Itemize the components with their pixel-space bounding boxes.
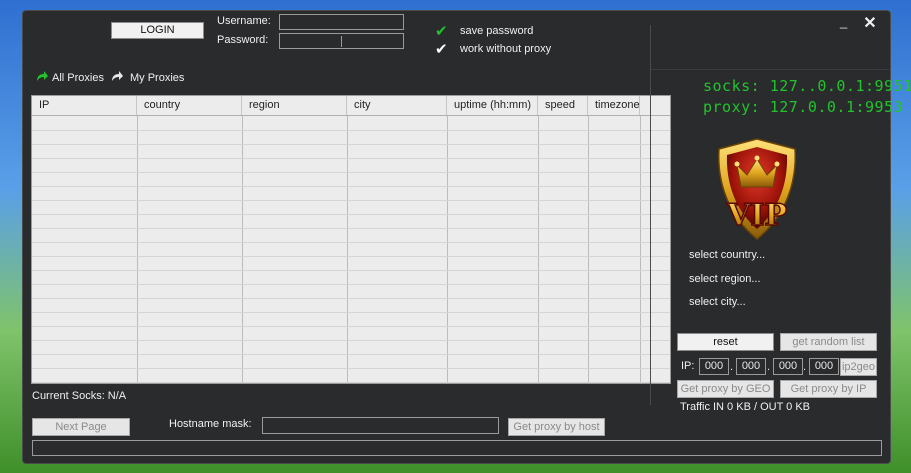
get-proxy-by-ip-button[interactable]: Get proxy by IP	[780, 380, 877, 398]
hostname-mask-label: Hostname mask:	[169, 418, 252, 430]
ip-label: IP:	[681, 360, 695, 372]
column-header-timezone[interactable]: timezone	[588, 96, 640, 115]
column-header-region[interactable]: region	[242, 96, 347, 115]
ip-dot-3: .	[803, 361, 807, 373]
vip-logo-text: VIP	[726, 198, 787, 233]
grid-row-line	[32, 144, 670, 145]
status-bar	[32, 440, 882, 456]
grid-row-line	[32, 382, 670, 383]
close-button[interactable]: ✕	[861, 16, 879, 34]
ip2geo-button[interactable]: ip2geo	[840, 358, 877, 376]
save-password-label[interactable]: save password	[460, 25, 533, 37]
hostname-mask-field[interactable]	[262, 417, 499, 434]
grid-row-line	[32, 186, 670, 187]
grid-row-line	[32, 270, 670, 271]
socks-status: socks: 127..0.0.1:9951	[703, 77, 911, 95]
select-country[interactable]: select country...	[689, 249, 765, 261]
grid-row-line	[32, 200, 670, 201]
grid-row-line	[32, 354, 670, 355]
panel-top-divider	[651, 69, 889, 70]
proxy-table[interactable]: IP country region city uptime (hh:mm) sp…	[31, 95, 671, 384]
grid-row-line	[32, 172, 670, 173]
my-proxies-arrow-icon[interactable]	[109, 70, 123, 84]
login-button[interactable]: LOGIN	[111, 22, 204, 39]
ip-octet-3[interactable]: 000	[773, 358, 803, 375]
work-without-proxy-check-icon[interactable]: ✔	[435, 42, 448, 57]
grid-row-line	[32, 326, 670, 327]
grid-row-line	[32, 284, 670, 285]
save-password-check-icon[interactable]: ✔	[435, 24, 448, 39]
tab-all-proxies[interactable]: All Proxies	[52, 72, 104, 84]
table-body[interactable]	[32, 116, 670, 383]
get-proxy-by-host-button[interactable]: Get proxy by host	[508, 418, 605, 436]
grid-row-line	[32, 256, 670, 257]
grid-row-line	[32, 312, 670, 313]
grid-column-line	[640, 116, 641, 383]
proxy-status: proxy: 127.0.0.1:9953	[703, 98, 904, 116]
grid-column-line	[588, 116, 589, 383]
column-header-uptime[interactable]: uptime (hh:mm)	[447, 96, 538, 115]
grid-column-line	[538, 116, 539, 383]
grid-row-line	[32, 228, 670, 229]
current-socks-label: Current Socks: N/A	[32, 390, 127, 402]
vip-logo: VIP	[707, 135, 807, 245]
tab-my-proxies[interactable]: My Proxies	[130, 72, 184, 84]
column-header-country[interactable]: country	[137, 96, 242, 115]
grid-row-line	[32, 242, 670, 243]
reset-button[interactable]: reset	[677, 333, 774, 351]
traffic-counter: Traffic IN 0 KB / OUT 0 KB	[680, 401, 811, 413]
refresh-arrow-icon[interactable]	[34, 70, 48, 84]
column-header-speed[interactable]: speed	[538, 96, 588, 115]
grid-row-line	[32, 368, 670, 369]
grid-column-line	[242, 116, 243, 383]
grid-row-line	[32, 298, 670, 299]
get-proxy-by-geo-button[interactable]: Get proxy by GEO	[677, 380, 774, 398]
select-region[interactable]: select region...	[689, 273, 761, 285]
ip-octet-4[interactable]: 000	[809, 358, 839, 375]
column-header-city[interactable]: city	[347, 96, 447, 115]
work-without-proxy-label[interactable]: work without proxy	[460, 43, 551, 55]
password-caret	[341, 36, 342, 47]
column-header-ip[interactable]: IP	[32, 96, 137, 115]
column-header-filler	[640, 96, 670, 115]
panel-divider	[650, 25, 651, 405]
password-label: Password:	[217, 34, 269, 46]
next-page-button[interactable]: Next Page	[32, 418, 130, 436]
username-field[interactable]	[279, 14, 404, 30]
grid-column-line	[137, 116, 138, 383]
ip-dot-2: .	[767, 361, 771, 373]
grid-row-line	[32, 340, 670, 341]
ip-octet-2[interactable]: 000	[736, 358, 766, 375]
grid-row-line	[32, 214, 670, 215]
grid-column-line	[447, 116, 448, 383]
main-window: _ ✕ LOGIN Username: Password: ✔ save pas…	[22, 10, 911, 464]
ip-dot-1: .	[730, 361, 734, 373]
username-label: Username:	[217, 15, 271, 27]
table-header: IP country region city uptime (hh:mm) sp…	[32, 96, 670, 116]
password-field[interactable]	[279, 33, 404, 49]
minimize-button[interactable]: _	[840, 15, 854, 31]
ip-octet-1[interactable]: 000	[699, 358, 729, 375]
grid-row-line	[32, 158, 670, 159]
grid-column-line	[347, 116, 348, 383]
get-random-list-button[interactable]: get random list	[780, 333, 877, 351]
select-city[interactable]: select city...	[689, 296, 746, 308]
grid-row-line	[32, 130, 670, 131]
